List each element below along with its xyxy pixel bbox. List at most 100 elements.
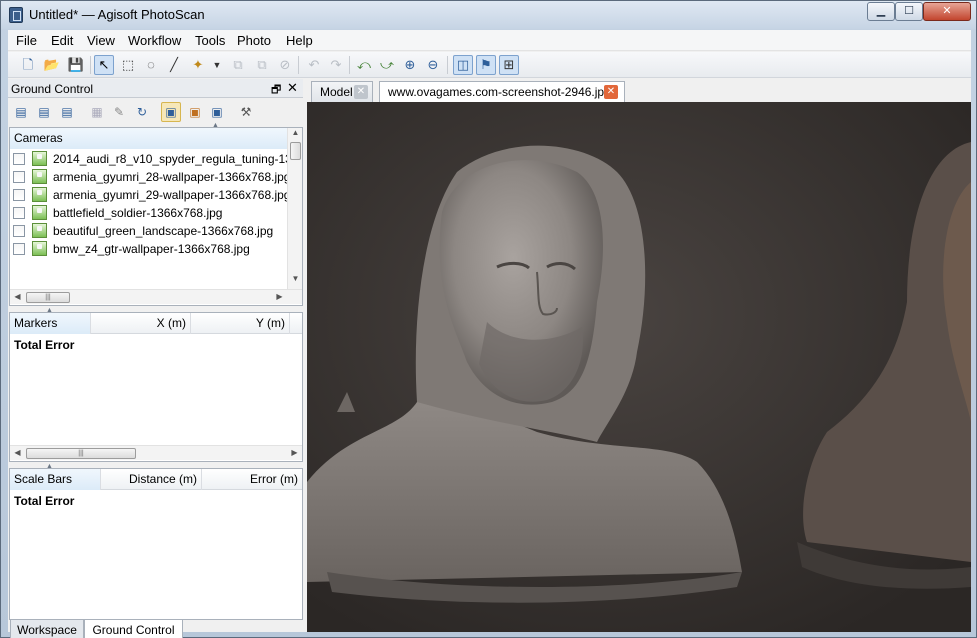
flag-icon[interactable]: ⚑ (476, 55, 496, 75)
dropdown-icon[interactable]: ▼ (207, 55, 227, 75)
list-item[interactable]: battlefield_soldier-1366x768.jpg (10, 204, 288, 222)
export-icon[interactable]: ▤ (34, 102, 54, 122)
rotate-left-icon[interactable]: ⤺ (354, 55, 374, 75)
redo-icon[interactable]: ↷ (326, 55, 346, 75)
scroll-thumb[interactable] (290, 142, 301, 160)
menu-photo[interactable]: Photo (237, 33, 271, 48)
close-panel-icon[interactable]: ✕ (287, 80, 298, 96)
list-item[interactable]: armenia_gyumri_28-wallpaper-1366x768.jpg (10, 168, 288, 186)
app-window: Untitled* — Agisoft PhotoScan ▁ ☐ ✕ File… (0, 0, 977, 638)
open-icon[interactable]: 📂 (42, 55, 62, 75)
scale-bars-column-header[interactable]: Scale Bars ▲ (10, 463, 101, 490)
camera-checkbox[interactable] (13, 171, 25, 183)
error-column-header[interactable]: Error (m) (202, 469, 302, 490)
distance-column-header[interactable]: Distance (m) (101, 469, 202, 490)
menu-tools[interactable]: Tools (195, 33, 225, 48)
list-item[interactable]: 2014_audi_r8_v10_spyder_regula_tuning-13… (10, 150, 288, 168)
list-item[interactable]: bmw_z4_gtr-wallpaper-1366x768.jpg (10, 240, 288, 258)
camera-checkbox[interactable] (13, 189, 25, 201)
markers-horizontal-scrollbar[interactable]: ◀ ||| ▶ (10, 445, 302, 460)
zoom-out-icon[interactable]: ⊖ (423, 55, 443, 75)
cameras-vertical-scrollbar[interactable]: ▲ ▼ (287, 128, 302, 289)
main-toolbar: 🗋 📂 💾 ↖ ⬚ ◌ ╱ ✦ ▼ ⧉ ⧉ ⊘ ↶ ↷ ⤺ ⤻ ⊕ ⊖ ◫ ⚑ … (8, 52, 971, 78)
toolbar-separator (447, 56, 448, 74)
camera-label: armenia_gyumri_29-wallpaper-1366x768.jpg (53, 188, 288, 202)
scroll-left-icon[interactable]: ◀ (10, 292, 25, 301)
camera-checkbox[interactable] (13, 153, 25, 165)
rect-select-icon[interactable]: ⬚ (118, 55, 138, 75)
cameras-list[interactable]: Cameras ▲ 2014_audi_r8_v10_spyder_regula… (9, 122, 303, 306)
close-window-button[interactable]: ✕ (923, 2, 971, 21)
photoscan-app-icon (9, 7, 23, 23)
float-panel-icon[interactable]: 🗗 (271, 81, 281, 100)
scroll-left-icon[interactable]: ◀ (10, 448, 25, 457)
new-icon[interactable]: 🗋 (18, 55, 38, 75)
maximize-button[interactable]: ☐ (895, 2, 923, 21)
camera-checkbox[interactable] (13, 225, 25, 237)
reset-icon[interactable]: ⊘ (275, 55, 295, 75)
crop-icon[interactable]: ⧉ (228, 55, 248, 75)
grid-icon[interactable]: ⊞ (499, 55, 519, 75)
photo-image (307, 102, 971, 632)
menu-workflow[interactable]: Workflow (128, 33, 181, 48)
tab-photo[interactable]: www.ovagames.com-screenshot-2946.jpg ✕ (379, 81, 625, 102)
calculator-icon[interactable]: ▦ (87, 102, 107, 122)
y-column-header[interactable]: Y (m) (191, 313, 290, 334)
lasso-icon[interactable]: ◌ (141, 55, 161, 75)
scroll-thumb[interactable]: ||| (26, 292, 70, 303)
tab-ground-control[interactable]: Ground Control (84, 620, 183, 638)
close-tab-icon[interactable]: ✕ (354, 85, 368, 99)
menu-view[interactable]: View (87, 33, 115, 48)
select-icon[interactable]: ↖ (94, 55, 114, 75)
camera-checkbox[interactable] (13, 243, 25, 255)
settings-table-icon[interactable]: ▤ (57, 102, 77, 122)
list-item[interactable]: beautiful_green_landscape-1366x768.jpg (10, 222, 288, 240)
undo-icon[interactable]: ↶ (304, 55, 324, 75)
markers-header: Markers ▲ X (m) Y (m) (10, 307, 302, 334)
rotate-right-icon[interactable]: ⤻ (377, 55, 397, 75)
scroll-up-icon[interactable]: ▲ (288, 128, 303, 137)
scale-bars-header: Scale Bars ▲ Distance (m) Error (m) (10, 463, 302, 490)
cameras-horizontal-scrollbar[interactable]: ◀ ||| ▶ (10, 289, 302, 304)
scroll-right-icon[interactable]: ▶ (287, 448, 302, 457)
import-icon[interactable]: ▤ (11, 102, 31, 122)
delete-icon[interactable]: ⧉ (252, 55, 272, 75)
camera-label: bmw_z4_gtr-wallpaper-1366x768.jpg (53, 242, 250, 256)
camera-checkbox[interactable] (13, 207, 25, 219)
view-source-icon[interactable]: ▣ (161, 102, 181, 122)
tool-icon[interactable]: ✎ (109, 102, 129, 122)
photo-viewport[interactable] (307, 102, 971, 632)
menu-file[interactable]: File (16, 33, 37, 48)
sort-indicator-icon: ▲ (46, 463, 53, 470)
camera-label: beautiful_green_landscape-1366x768.jpg (53, 224, 274, 238)
tab-workspace[interactable]: Workspace (10, 620, 84, 638)
scale-bars-table[interactable]: Scale Bars ▲ Distance (m) Error (m) Tota… (9, 463, 303, 620)
magic-wand-icon[interactable]: ╱ (164, 55, 184, 75)
camera-label: 2014_audi_r8_v10_spyder_regula_tuning-13… (53, 152, 288, 166)
markers-table[interactable]: Markers ▲ X (m) Y (m) Total Error ◀ ||| … (9, 307, 303, 462)
save-icon[interactable]: 💾 (66, 55, 86, 75)
wrench-icon[interactable]: ⚒ (236, 102, 256, 122)
panel-header: Ground Control 🗗 ✕ (8, 79, 303, 98)
brush-icon[interactable]: ✦ (188, 55, 208, 75)
view-estimated-icon[interactable]: ▣ (185, 102, 205, 122)
markers-column-header[interactable]: Markers ▲ (10, 307, 91, 334)
tab-model[interactable]: Model ✕ (311, 81, 373, 102)
menu-edit[interactable]: Edit (51, 33, 73, 48)
x-column-header[interactable]: X (m) (91, 313, 191, 334)
cameras-column-header[interactable]: Cameras ▲ (10, 122, 288, 149)
title-bar[interactable]: Untitled* — Agisoft PhotoScan ▁ ☐ ✕ (1, 1, 976, 29)
view-errors-icon[interactable]: ▣ (207, 102, 227, 122)
toolbar-separator (349, 56, 350, 74)
list-item[interactable]: armenia_gyumri_29-wallpaper-1366x768.jpg (10, 186, 288, 204)
image-icon (32, 187, 47, 202)
menu-help[interactable]: Help (286, 33, 313, 48)
scroll-right-icon[interactable]: ▶ (272, 292, 287, 301)
zoom-in-icon[interactable]: ⊕ (400, 55, 420, 75)
minimize-button[interactable]: ▁ (867, 2, 895, 21)
scroll-thumb[interactable]: ||| (26, 448, 136, 459)
close-tab-icon[interactable]: ✕ (604, 85, 618, 99)
scroll-down-icon[interactable]: ▼ (288, 274, 303, 283)
refresh-icon[interactable]: ↻ (132, 102, 152, 122)
view-icon[interactable]: ◫ (453, 55, 473, 75)
